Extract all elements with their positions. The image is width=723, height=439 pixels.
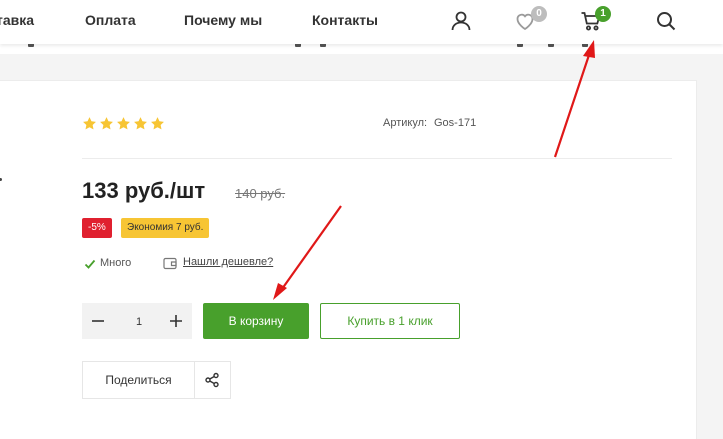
star-icon xyxy=(151,117,164,130)
wallet-icon xyxy=(163,257,177,270)
sku-label: Артикул: xyxy=(383,117,428,129)
user-icon[interactable] xyxy=(449,9,473,33)
cart-badge: 1 xyxy=(595,6,611,22)
found-cheaper-link[interactable]: Нашли дешевле? xyxy=(183,256,273,268)
plus-icon xyxy=(170,315,182,327)
nav-delivery[interactable]: тавка xyxy=(0,12,34,28)
nav-payment[interactable]: Оплата xyxy=(85,12,136,28)
star-icon xyxy=(134,117,147,130)
buy-one-click-button[interactable]: Купить в 1 клик xyxy=(320,303,460,339)
quantity-stepper xyxy=(82,303,192,341)
increase-quantity-button[interactable] xyxy=(160,303,192,339)
share-separator xyxy=(194,362,195,398)
minus-icon xyxy=(92,320,104,322)
economy-badge: Экономия 7 руб. xyxy=(121,218,210,238)
share-icon xyxy=(205,372,219,388)
site-header: тавка Оплата Почему мы Контакты 0 1 xyxy=(0,0,723,44)
add-to-cart-button[interactable]: В корзину xyxy=(203,303,309,339)
nav-why-us[interactable]: Почему мы xyxy=(184,12,262,28)
star-icon xyxy=(83,117,96,130)
product-price: 133 руб./шт xyxy=(82,178,206,203)
sku-value: Gos-171 xyxy=(434,117,477,129)
favorites-badge: 0 xyxy=(531,6,547,22)
share-button[interactable]: Поделиться xyxy=(82,361,231,399)
decrease-quantity-button[interactable] xyxy=(82,303,114,339)
old-price: 140 руб. xyxy=(235,186,286,201)
nav-contacts[interactable]: Контакты xyxy=(312,12,378,28)
hidden-breadcrumb-strip xyxy=(0,44,723,54)
share-label: Поделиться xyxy=(105,373,172,387)
divider xyxy=(82,158,672,159)
check-icon xyxy=(84,259,96,269)
discount-badge: -5% xyxy=(82,218,112,238)
search-icon[interactable] xyxy=(654,9,678,33)
quantity-input[interactable] xyxy=(114,303,164,341)
stock-status: Много xyxy=(100,257,132,269)
rating-stars xyxy=(82,116,165,131)
star-icon xyxy=(117,117,130,130)
star-icon xyxy=(100,117,113,130)
